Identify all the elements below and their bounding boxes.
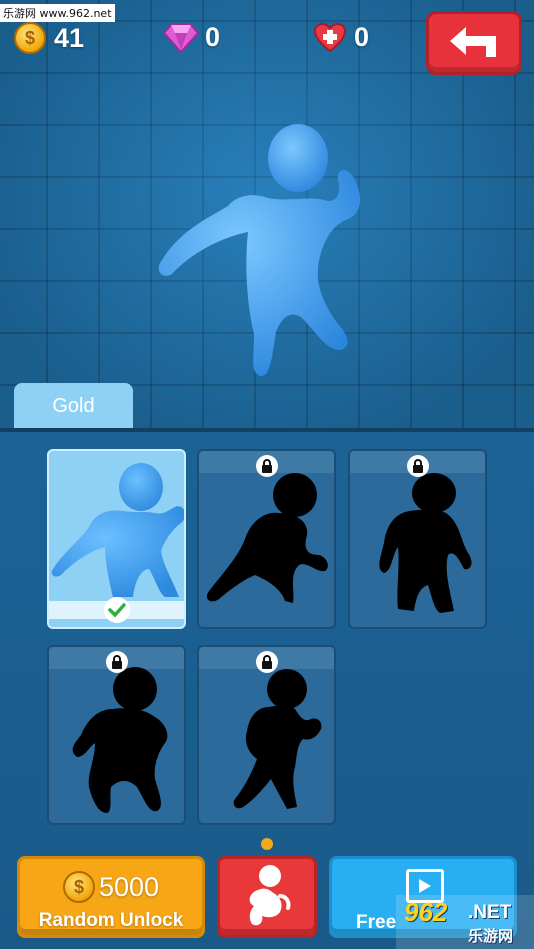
- game-scene: 乐游网 www.962.net $ 41 0 0: [0, 0, 534, 430]
- coin-icon: $: [14, 22, 46, 54]
- character-thumbnail: [51, 463, 184, 597]
- price-value: 5000: [98, 871, 160, 902]
- divider: [0, 428, 534, 432]
- skin-card-locked[interactable]: [348, 449, 487, 629]
- heart-count: 0: [354, 22, 370, 52]
- page-indicator-dot: [261, 838, 273, 850]
- heart-counter: 0: [314, 22, 369, 53]
- lock-icon: [406, 455, 429, 477]
- watermark-number: 962: [404, 897, 448, 927]
- skin-card-locked[interactable]: [197, 645, 336, 825]
- back-button[interactable]: [426, 11, 522, 75]
- character-icon: [249, 865, 291, 926]
- heart-icon: [314, 22, 346, 53]
- skin-preview-button[interactable]: [217, 856, 317, 938]
- back-arrow-icon: [450, 27, 496, 57]
- lock-icon: [255, 455, 278, 477]
- lock-icon: [255, 651, 278, 673]
- locked-silhouette: [379, 473, 472, 613]
- random-unlock-button[interactable]: $ 5000 Random Unlock: [17, 856, 205, 938]
- gem-icon: [163, 23, 199, 53]
- coin-icon: $: [62, 871, 95, 903]
- skin-card-locked[interactable]: [47, 645, 186, 825]
- locked-silhouette: [206, 473, 328, 603]
- tab-gold[interactable]: Gold: [14, 383, 133, 429]
- watermark-logo: 962 .NET 乐游网: [396, 895, 534, 949]
- gem-count: 0: [205, 22, 221, 52]
- free-unlock-label: Free: [356, 912, 397, 933]
- unlock-price: $ 5000: [20, 871, 202, 903]
- check-icon: [103, 597, 130, 623]
- skin-card-locked[interactable]: [197, 449, 336, 629]
- skin-card-selected[interactable]: [47, 449, 186, 629]
- lock-icon: [105, 651, 128, 673]
- locked-silhouette: [233, 669, 322, 809]
- watermark-text: 乐游网 www.962.net: [0, 4, 115, 22]
- random-unlock-label: Random Unlock: [38, 910, 184, 931]
- locked-silhouette: [72, 667, 168, 813]
- coin-count: 41: [54, 22, 85, 53]
- watermark-name: 乐游网: [468, 928, 514, 945]
- watermark-domain: .NET: [468, 902, 512, 923]
- gem-counter: 0: [163, 22, 220, 53]
- coin-counter: $ 41: [14, 22, 84, 54]
- character-preview: [158, 124, 361, 377]
